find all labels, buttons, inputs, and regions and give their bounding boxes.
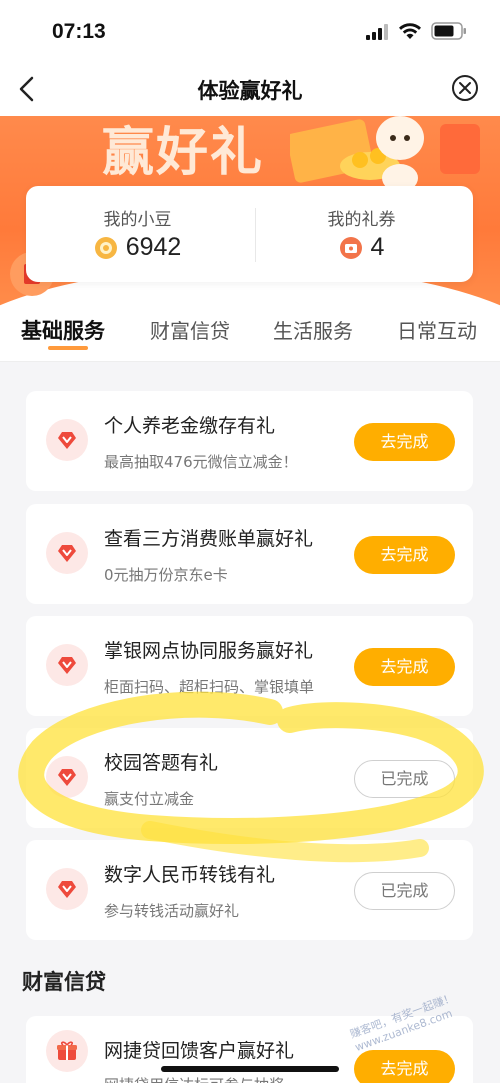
stat-label: 我的礼券 <box>327 210 396 230</box>
task-subtitle: 参与转钱活动赢好礼 <box>104 902 240 920</box>
tab-daily-interaction[interactable]: 日常互动 <box>397 315 477 344</box>
banner-heading: 赢好礼 <box>102 123 265 183</box>
battery-icon <box>431 22 466 40</box>
tab-indicator <box>48 346 88 350</box>
page-title: 体验赢好礼 <box>197 79 303 103</box>
mascot-illustration <box>290 116 480 192</box>
my-beans-stat[interactable]: 我的小豆 6942 <box>26 186 249 282</box>
task-subtitle: 最高抽取476元微信立减金！ <box>104 453 298 471</box>
task-title: 掌银网点协同服务赢好礼 <box>104 640 314 662</box>
task-title: 校园答题有礼 <box>104 752 219 774</box>
task-title: 网捷贷回馈客户赢好礼 <box>104 1040 295 1062</box>
coin-icon <box>94 236 117 259</box>
tab-life-services[interactable]: 生活服务 <box>273 315 353 344</box>
my-coupons-stat[interactable]: 我的礼券 4 <box>250 186 473 282</box>
home-indicator <box>161 1066 339 1072</box>
go-complete-button[interactable]: 去完成 <box>354 423 455 461</box>
task-card: 查看三方消费账单赢好礼 0元抽万份京东e卡 去完成 <box>26 504 473 604</box>
heart-gem-icon <box>46 756 88 798</box>
wifi-icon <box>399 23 421 39</box>
task-subtitle: 网捷贷用信达标可参与抽奖 <box>104 1074 352 1083</box>
tab-wealth-credit[interactable]: 财富信贷 <box>150 315 230 344</box>
stat-value: 6942 <box>125 233 182 261</box>
task-title: 数字人民币转钱有礼 <box>104 864 276 886</box>
task-card: 掌银网点协同服务赢好礼 柜面扫码、超柜扫码、掌银填单 去完成 <box>26 616 473 716</box>
task-title: 查看三方消费账单赢好礼 <box>104 528 314 550</box>
gift-icon <box>46 1030 88 1072</box>
completed-button[interactable]: 已完成 <box>354 872 455 910</box>
stat-value: 4 <box>370 233 385 261</box>
heart-gem-icon <box>46 868 88 910</box>
nav-bar: 体验赢好礼 <box>0 64 500 116</box>
completed-button[interactable]: 已完成 <box>354 760 455 798</box>
task-card: 校园答题有礼 赢支付立减金 已完成 <box>26 728 473 828</box>
heart-gem-icon <box>46 419 88 461</box>
close-icon[interactable] <box>451 74 479 102</box>
task-subtitle: 0元抽万份京东e卡 <box>104 566 228 584</box>
status-bar: 07:13 <box>0 0 500 64</box>
signal-icon <box>366 24 388 40</box>
heart-gem-icon <box>46 644 88 686</box>
task-card: 个人养老金缴存有礼 最高抽取476元微信立减金！ 去完成 <box>26 391 473 491</box>
stats-card: 我的小豆 6942 我的礼券 4 <box>26 186 473 282</box>
category-tabs: 基础服务 财富信贷 生活服务 日常互动 <box>0 306 500 362</box>
task-subtitle: 赢支付立减金 <box>104 790 195 808</box>
go-complete-button[interactable]: 去完成 <box>354 648 455 686</box>
status-time: 07:13 <box>52 20 106 43</box>
tab-basic-services[interactable]: 基础服务 <box>21 315 105 345</box>
coupon-icon <box>339 236 362 259</box>
section-title: 财富信贷 <box>22 970 106 994</box>
heart-gem-icon <box>46 532 88 574</box>
task-card: 数字人民币转钱有礼 参与转钱活动赢好礼 已完成 <box>26 840 473 940</box>
go-complete-button[interactable]: 去完成 <box>354 536 455 574</box>
task-title: 个人养老金缴存有礼 <box>104 415 276 437</box>
task-subtitle: 柜面扫码、超柜扫码、掌银填单 <box>104 678 315 696</box>
stat-label: 我的小豆 <box>103 210 172 230</box>
